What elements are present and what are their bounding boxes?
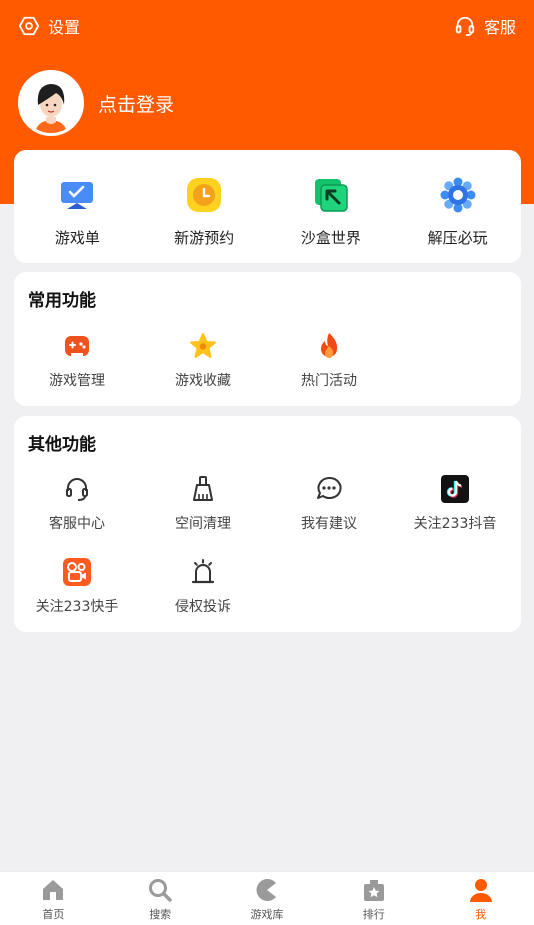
gamepad-icon xyxy=(65,336,89,357)
shortcut-sandbox-world[interactable]: 沙盒世界 xyxy=(268,150,395,263)
game-list-icon xyxy=(61,182,94,209)
customer-service-button[interactable]: 客服 xyxy=(454,14,516,38)
home-icon xyxy=(43,880,64,900)
tiktok-icon xyxy=(441,475,469,503)
tab-label: 排行 xyxy=(362,908,385,921)
shortcuts-card: 游戏单 新游预约 沙盒世界 解压必玩 xyxy=(14,150,521,263)
follow-douyin-item[interactable]: 关注233抖音 xyxy=(392,474,518,533)
function-label: 我有建议 xyxy=(301,516,357,532)
other-functions-card: 其他功能 客服中心 空间清理 我有建议 关注233抖音 关注233快手 侵权投诉 xyxy=(14,416,521,632)
bottom-tab-bar: 首页 搜索 游戏库 排行 我 xyxy=(0,871,534,925)
tab-ranking[interactable]: 排行 xyxy=(320,872,427,925)
game-management-item[interactable]: 游戏管理 xyxy=(14,331,140,390)
customer-service-center-item[interactable]: 客服中心 xyxy=(14,474,140,533)
function-label: 侵权投诉 xyxy=(175,599,231,615)
tab-search[interactable]: 搜索 xyxy=(107,872,214,925)
function-label: 空间清理 xyxy=(175,516,231,532)
headset-icon xyxy=(66,478,88,501)
function-label: 客服中心 xyxy=(49,516,105,532)
star-icon xyxy=(190,333,216,358)
hot-events-item[interactable]: 热门活动 xyxy=(266,331,392,390)
function-label: 游戏收藏 xyxy=(175,373,231,389)
function-label: 游戏管理 xyxy=(49,373,105,389)
login-area[interactable]: 点击登录 xyxy=(18,70,174,136)
ranking-icon xyxy=(363,880,384,901)
headset-icon xyxy=(455,16,475,37)
shortcut-label: 解压必玩 xyxy=(427,229,488,247)
pacman-icon xyxy=(256,879,276,901)
shortcut-label: 游戏单 xyxy=(54,229,100,247)
function-label: 关注233抖音 xyxy=(413,516,497,532)
settings-button[interactable]: 设置 xyxy=(18,14,80,38)
shortcut-game-list[interactable]: 游戏单 xyxy=(14,150,141,263)
settings-icon xyxy=(18,16,40,36)
search-icon xyxy=(149,879,172,902)
tab-game-library[interactable]: 游戏库 xyxy=(214,872,321,925)
top-bar: 设置 客服 xyxy=(0,0,534,52)
alarm-icon xyxy=(191,559,215,584)
function-label: 关注233快手 xyxy=(35,599,119,615)
shortcut-label: 沙盒世界 xyxy=(300,229,361,247)
broom-icon xyxy=(193,476,213,501)
shortcut-label: 新游预约 xyxy=(174,229,235,247)
tab-label: 搜索 xyxy=(149,908,172,921)
avatar xyxy=(18,70,84,136)
tab-me[interactable]: 我 xyxy=(427,872,534,925)
tab-label: 我 xyxy=(475,908,487,921)
suggestion-item[interactable]: 我有建议 xyxy=(266,474,392,533)
follow-kuaishou-item[interactable]: 关注233快手 xyxy=(14,557,140,616)
tab-label: 首页 xyxy=(42,908,65,921)
chat-icon xyxy=(317,476,342,499)
tab-home[interactable]: 首页 xyxy=(0,872,107,925)
person-icon xyxy=(469,879,492,902)
section-title: 常用功能 xyxy=(28,291,96,311)
kuaishou-icon xyxy=(63,558,91,586)
clock-icon xyxy=(187,178,222,212)
sandbox-icon xyxy=(314,179,348,212)
copyright-complaint-item[interactable]: 侵权投诉 xyxy=(140,557,266,616)
tab-label: 游戏库 xyxy=(250,908,284,921)
login-text: 点击登录 xyxy=(98,93,175,116)
fire-icon xyxy=(321,333,338,358)
section-title: 其他功能 xyxy=(28,435,96,455)
settings-label: 设置 xyxy=(48,18,81,37)
service-label: 客服 xyxy=(483,18,516,37)
function-label: 热门活动 xyxy=(301,373,357,389)
space-cleanup-item[interactable]: 空间清理 xyxy=(140,474,266,533)
common-functions-card: 常用功能 游戏管理 游戏收藏 热门活动 xyxy=(14,272,521,406)
shortcut-stress-relief[interactable]: 解压必玩 xyxy=(394,150,521,263)
game-favorites-item[interactable]: 游戏收藏 xyxy=(140,331,266,390)
shortcut-new-game-reservation[interactable]: 新游预约 xyxy=(141,150,268,263)
gear-flower-icon xyxy=(440,177,476,213)
